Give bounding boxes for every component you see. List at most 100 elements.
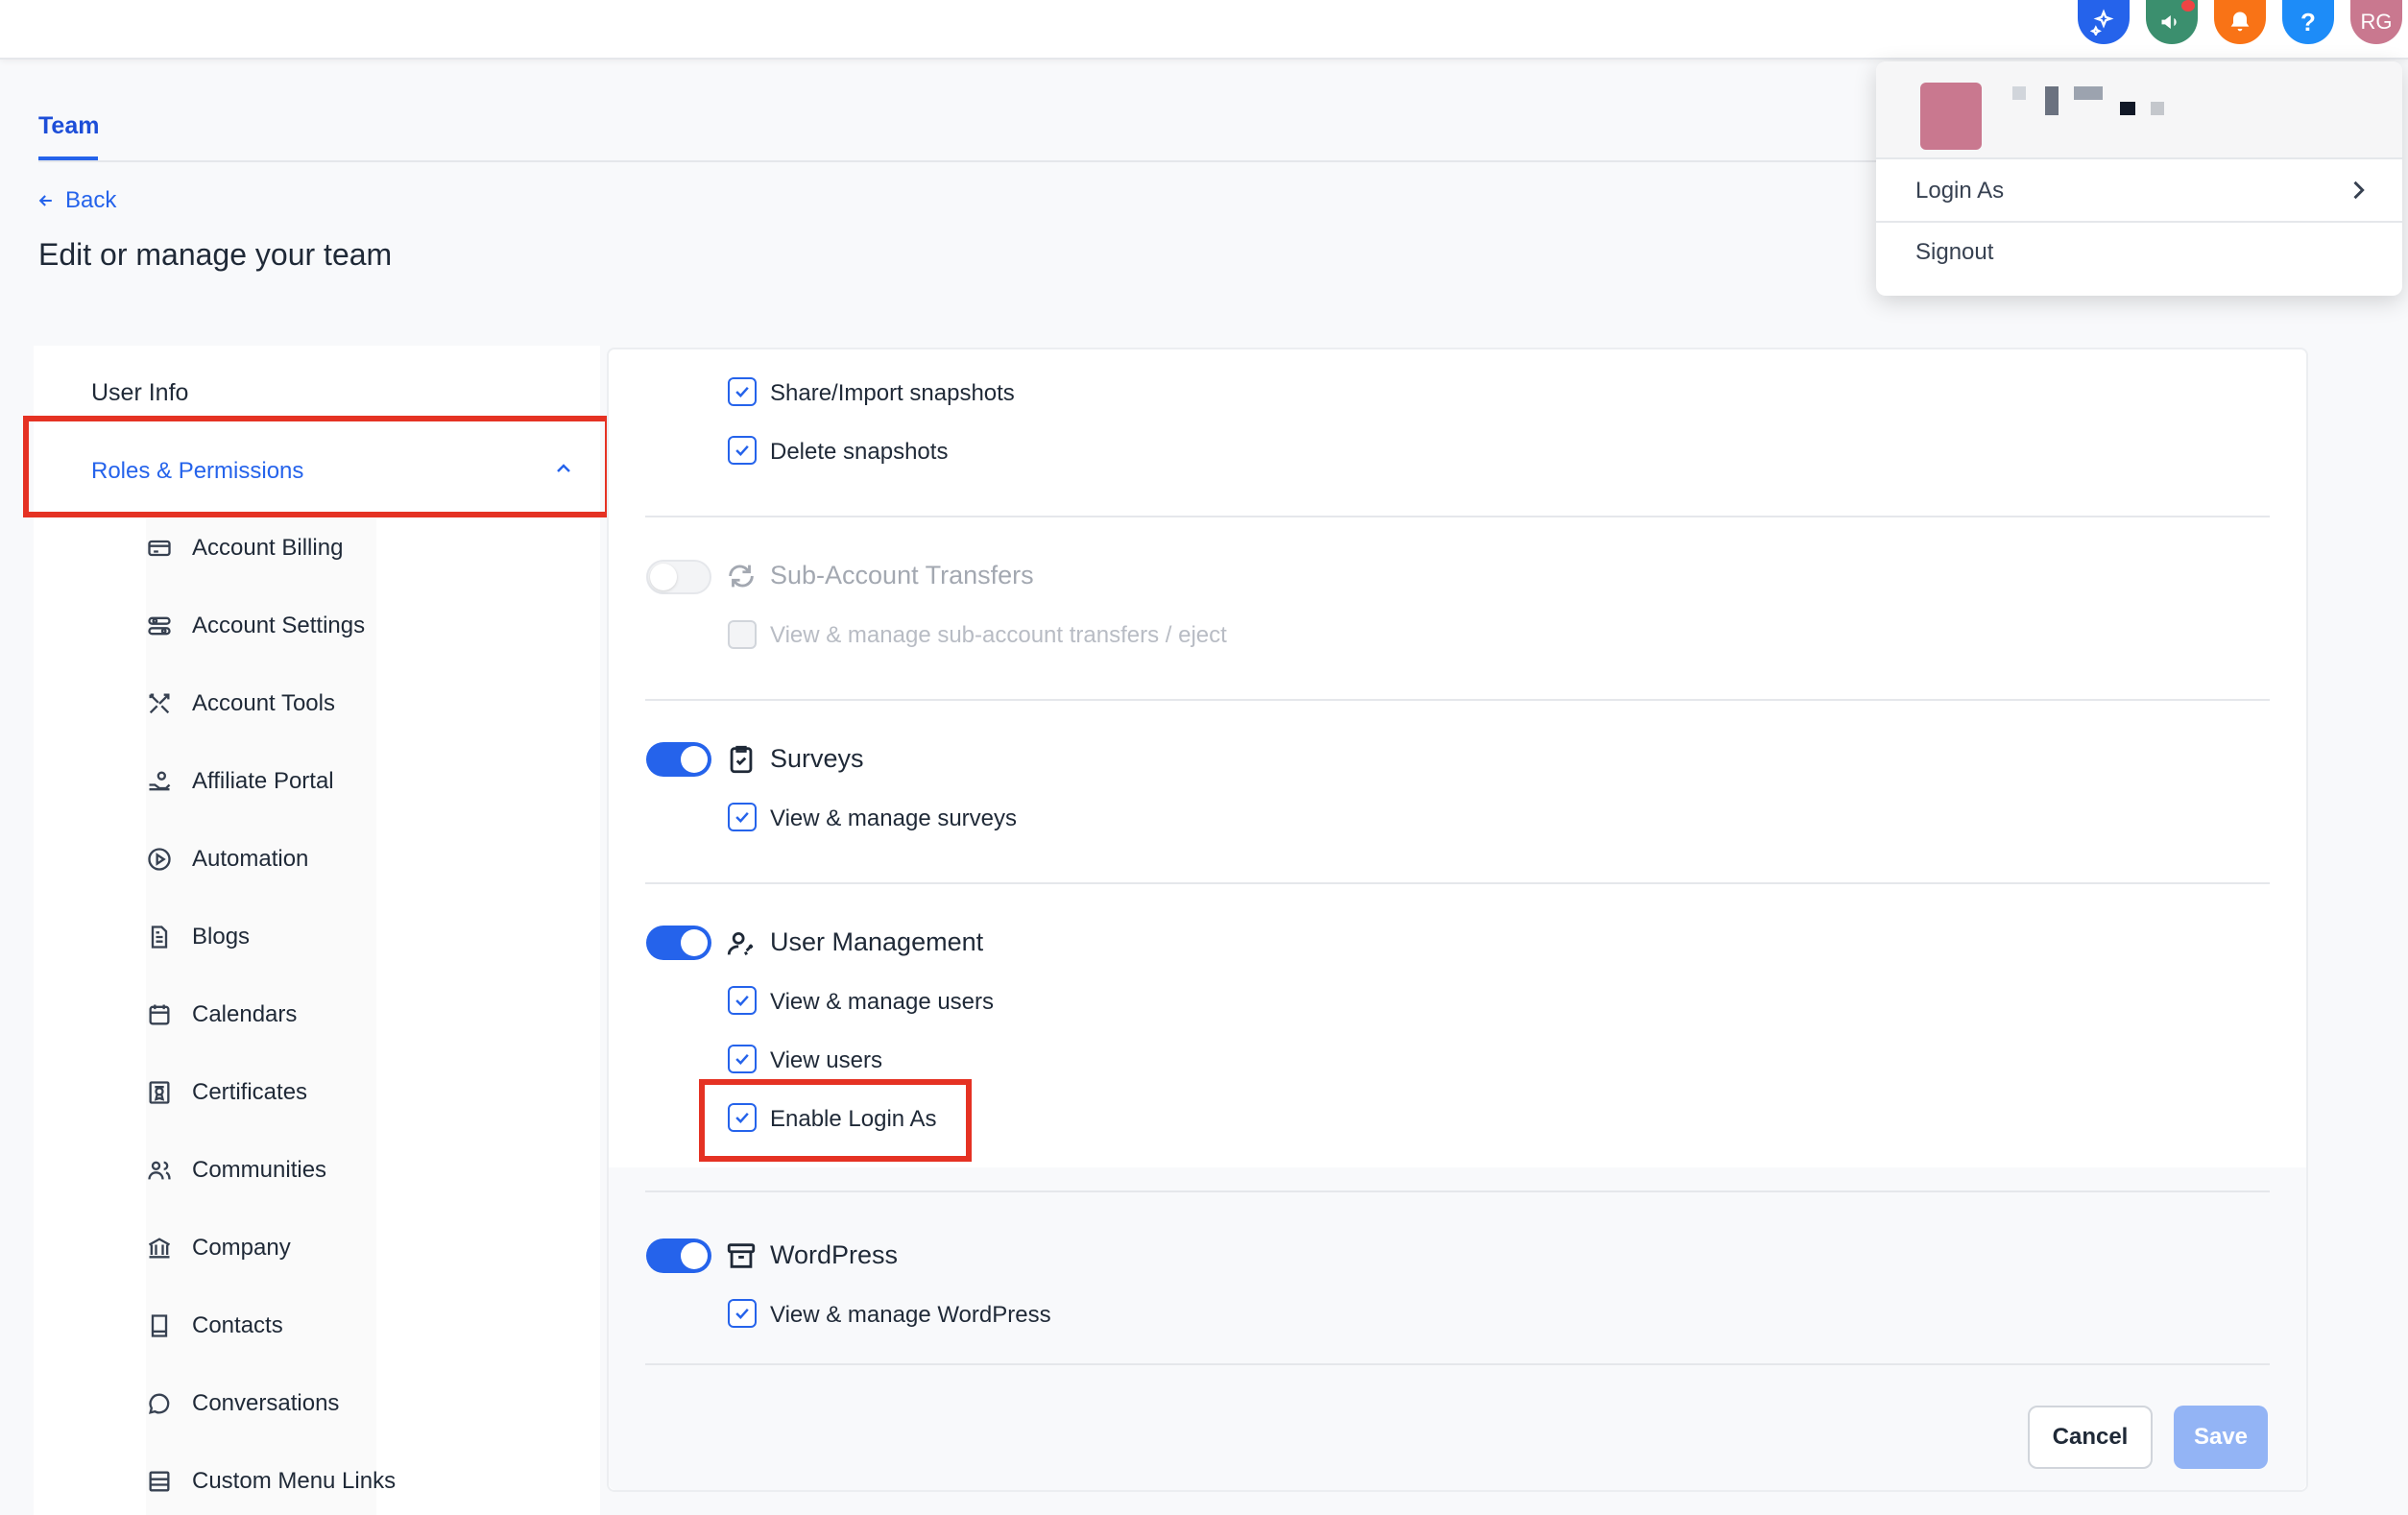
- section-divider: [645, 516, 2270, 517]
- chevron-right-icon: [2353, 180, 2365, 200]
- checkbox-label: Delete snapshots: [770, 439, 949, 465]
- section-divider: [645, 699, 2270, 701]
- section-title: User Management: [770, 927, 984, 956]
- notification-dot: [2181, 0, 2195, 12]
- clipboard-check-icon: [730, 745, 753, 774]
- top-bar: [0, 0, 2408, 60]
- checkbox-label: View & manage users: [770, 989, 995, 1015]
- sidebar-item-conversations[interactable]: Conversations: [146, 1384, 339, 1423]
- sidebar-item-label: Certificates: [192, 1079, 308, 1105]
- menu-item-signout[interactable]: Signout: [1915, 239, 1993, 266]
- sidebar-item-account-billing[interactable]: Account Billing: [146, 529, 343, 567]
- view-users-checkbox[interactable]: [728, 1045, 757, 1073]
- view-manage-wordpress-checkbox[interactable]: [728, 1299, 757, 1328]
- sidebar-item-label: Communities: [192, 1157, 327, 1183]
- page-title: Edit or manage your team: [38, 237, 393, 272]
- sidebar-item-user-info[interactable]: User Info: [91, 379, 188, 407]
- arrow-left-icon: [38, 195, 52, 206]
- users-icon: [148, 1161, 171, 1180]
- help-glyph: ?: [2300, 7, 2316, 36]
- cancel-button[interactable]: Cancel: [2028, 1406, 2153, 1469]
- checkbox-label: View & manage WordPress: [770, 1302, 1051, 1328]
- bank-icon: [148, 1238, 171, 1259]
- sidebar-item-label: Contacts: [192, 1312, 283, 1338]
- redacted-name-block: [2120, 102, 2135, 115]
- sidebar-item-blogs[interactable]: Blogs: [146, 918, 250, 956]
- sidebar-item-label: Blogs: [192, 924, 251, 950]
- sidebar-item-label: Account Settings: [192, 613, 366, 638]
- sidebar-item-contacts[interactable]: Contacts: [146, 1307, 283, 1345]
- tab-team[interactable]: Team: [38, 112, 99, 140]
- chat-bubble-icon: [149, 1393, 170, 1414]
- sub-account-transfers-toggle[interactable]: [646, 560, 711, 594]
- check-icon: [735, 386, 749, 397]
- user-gear-icon: [727, 931, 754, 955]
- redacted-name-block: [2074, 86, 2103, 100]
- share-import-snapshots-checkbox[interactable]: [728, 377, 757, 406]
- checkbox-label: View & manage sub-account transfers / ej…: [770, 622, 1227, 648]
- highlight-box: [699, 1079, 972, 1162]
- archive-box-icon: [727, 1243, 756, 1268]
- wordpress-toggle[interactable]: [646, 1238, 711, 1273]
- user-management-toggle[interactable]: [646, 926, 711, 960]
- avatar: [1920, 83, 1982, 150]
- tools-icon: [149, 693, 170, 714]
- view-manage-surveys-checkbox[interactable]: [728, 803, 757, 831]
- check-icon: [735, 1308, 749, 1319]
- sidebar-item-affiliate-portal[interactable]: Affiliate Portal: [146, 762, 334, 801]
- redacted-name-block: [2012, 86, 2026, 100]
- menu-item-label: Login As: [1915, 178, 2005, 204]
- play-circle-icon: [148, 848, 171, 871]
- certificate-icon: [149, 1081, 170, 1104]
- check-icon: [735, 995, 749, 1006]
- section-title: Sub-Account Transfers: [770, 561, 1034, 589]
- transfer-icon: [729, 565, 754, 588]
- check-icon: [735, 1053, 749, 1065]
- delete-snapshots-checkbox[interactable]: [728, 436, 757, 465]
- avatar-initials: RG: [2360, 10, 2393, 34]
- back-link[interactable]: Back: [36, 187, 116, 214]
- sidebar-item-account-tools[interactable]: Account Tools: [146, 685, 335, 723]
- sidebar-item-label: Affiliate Portal: [192, 768, 334, 794]
- sidebar-item-label: Automation: [192, 846, 309, 872]
- checkbox-label: View & manage surveys: [770, 806, 1018, 831]
- credit-card-icon: [148, 540, 171, 557]
- settings-sliders-icon: [148, 616, 171, 636]
- book-icon: [151, 1314, 168, 1337]
- toggle-knob: [681, 746, 708, 773]
- sub-account-transfers-checkbox[interactable]: [728, 620, 757, 649]
- toggle-knob: [681, 929, 708, 956]
- sidebar-item-custom-menu-links[interactable]: Custom Menu Links: [146, 1462, 396, 1501]
- sidebar-item-label: Account Tools: [192, 690, 335, 716]
- section-divider: [645, 1190, 2270, 1192]
- sidebar-item-label: Custom Menu Links: [192, 1468, 397, 1494]
- check-icon: [735, 445, 749, 456]
- affiliate-icon: [149, 771, 171, 791]
- section-divider: [645, 882, 2270, 884]
- view-manage-users-checkbox[interactable]: [728, 986, 757, 1015]
- sidebar-item-communities[interactable]: Communities: [146, 1151, 326, 1190]
- toggle-knob: [681, 1242, 708, 1269]
- calendar-icon: [149, 1004, 170, 1025]
- section-title: WordPress: [770, 1240, 899, 1269]
- highlight-box: [23, 416, 611, 517]
- sidebar-item-automation[interactable]: Automation: [146, 840, 308, 878]
- checkbox-label: View users: [770, 1047, 882, 1073]
- menu-links-icon: [149, 1471, 170, 1492]
- toggle-knob: [650, 564, 677, 590]
- check-icon: [735, 811, 749, 823]
- sidebar-item-company[interactable]: Company: [146, 1229, 291, 1267]
- sidebar-item-calendars[interactable]: Calendars: [146, 996, 297, 1034]
- sidebar-item-label: Calendars: [192, 1001, 298, 1027]
- sidebar-item-label: Account Billing: [192, 535, 344, 561]
- sidebar-item-certificates[interactable]: Certificates: [146, 1073, 307, 1112]
- sidebar-item-account-settings[interactable]: Account Settings: [146, 607, 365, 645]
- section-title: Surveys: [770, 744, 864, 773]
- section-divider: [645, 1363, 2270, 1365]
- redacted-name-block: [2045, 86, 2059, 115]
- save-button[interactable]: Save: [2174, 1406, 2268, 1469]
- redacted-name-block: [2151, 102, 2164, 115]
- back-label: Back: [65, 187, 117, 213]
- document-icon: [151, 926, 168, 949]
- surveys-toggle[interactable]: [646, 742, 711, 777]
